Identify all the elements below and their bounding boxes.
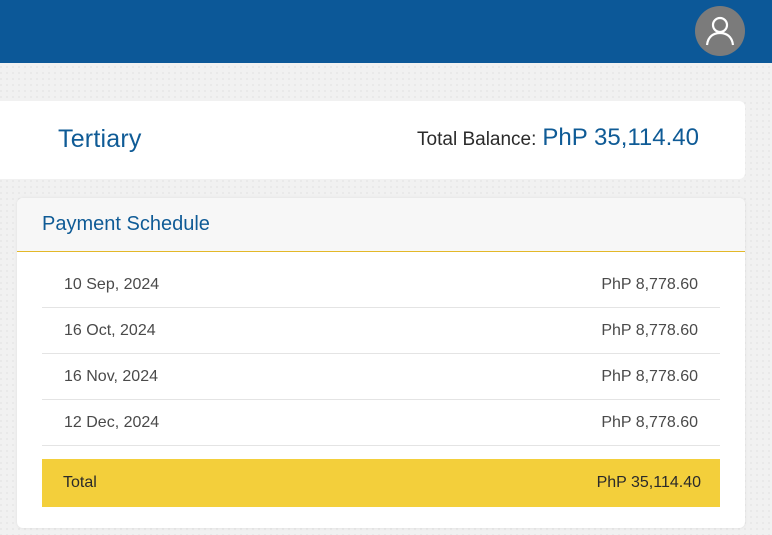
schedule-amount: PhP 8,778.60 [601, 413, 698, 431]
total-balance-value: PhP 35,114.40 [542, 124, 699, 151]
balance-card: Tertiary Total Balance: PhP 35,114.40 [0, 101, 745, 179]
schedule-row: 16 Oct, 2024 PhP 8,778.60 [42, 308, 720, 354]
schedule-amount: PhP 8,778.60 [601, 321, 698, 339]
schedule-row: 12 Dec, 2024 PhP 8,778.60 [42, 400, 720, 446]
schedule-amount: PhP 8,778.60 [601, 367, 698, 385]
schedule-date: 16 Nov, 2024 [64, 367, 158, 385]
payment-schedule-title: Payment Schedule [17, 198, 745, 252]
payment-schedule-list: 10 Sep, 2024 PhP 8,778.60 16 Oct, 2024 P… [42, 262, 720, 446]
user-icon [705, 16, 735, 46]
user-avatar-button[interactable] [695, 6, 745, 56]
schedule-total-row: Total PhP 35,114.40 [42, 459, 720, 507]
total-balance-label: Total Balance: [417, 129, 537, 150]
schedule-row: 16 Nov, 2024 PhP 8,778.60 [42, 354, 720, 400]
schedule-amount: PhP 8,778.60 [601, 275, 698, 293]
payment-schedule-card: Payment Schedule 10 Sep, 2024 PhP 8,778.… [17, 198, 745, 528]
schedule-date: 16 Oct, 2024 [64, 321, 156, 339]
schedule-total-value: PhP 35,114.40 [596, 474, 701, 491]
program-title: Tertiary [58, 125, 142, 153]
schedule-date: 12 Dec, 2024 [64, 413, 160, 431]
schedule-row: 10 Sep, 2024 PhP 8,778.60 [42, 262, 720, 308]
schedule-date: 10 Sep, 2024 [64, 275, 160, 293]
total-balance: Total Balance: PhP 35,114.40 [417, 124, 699, 152]
schedule-total-label: Total [63, 474, 97, 491]
top-navbar [0, 0, 772, 63]
